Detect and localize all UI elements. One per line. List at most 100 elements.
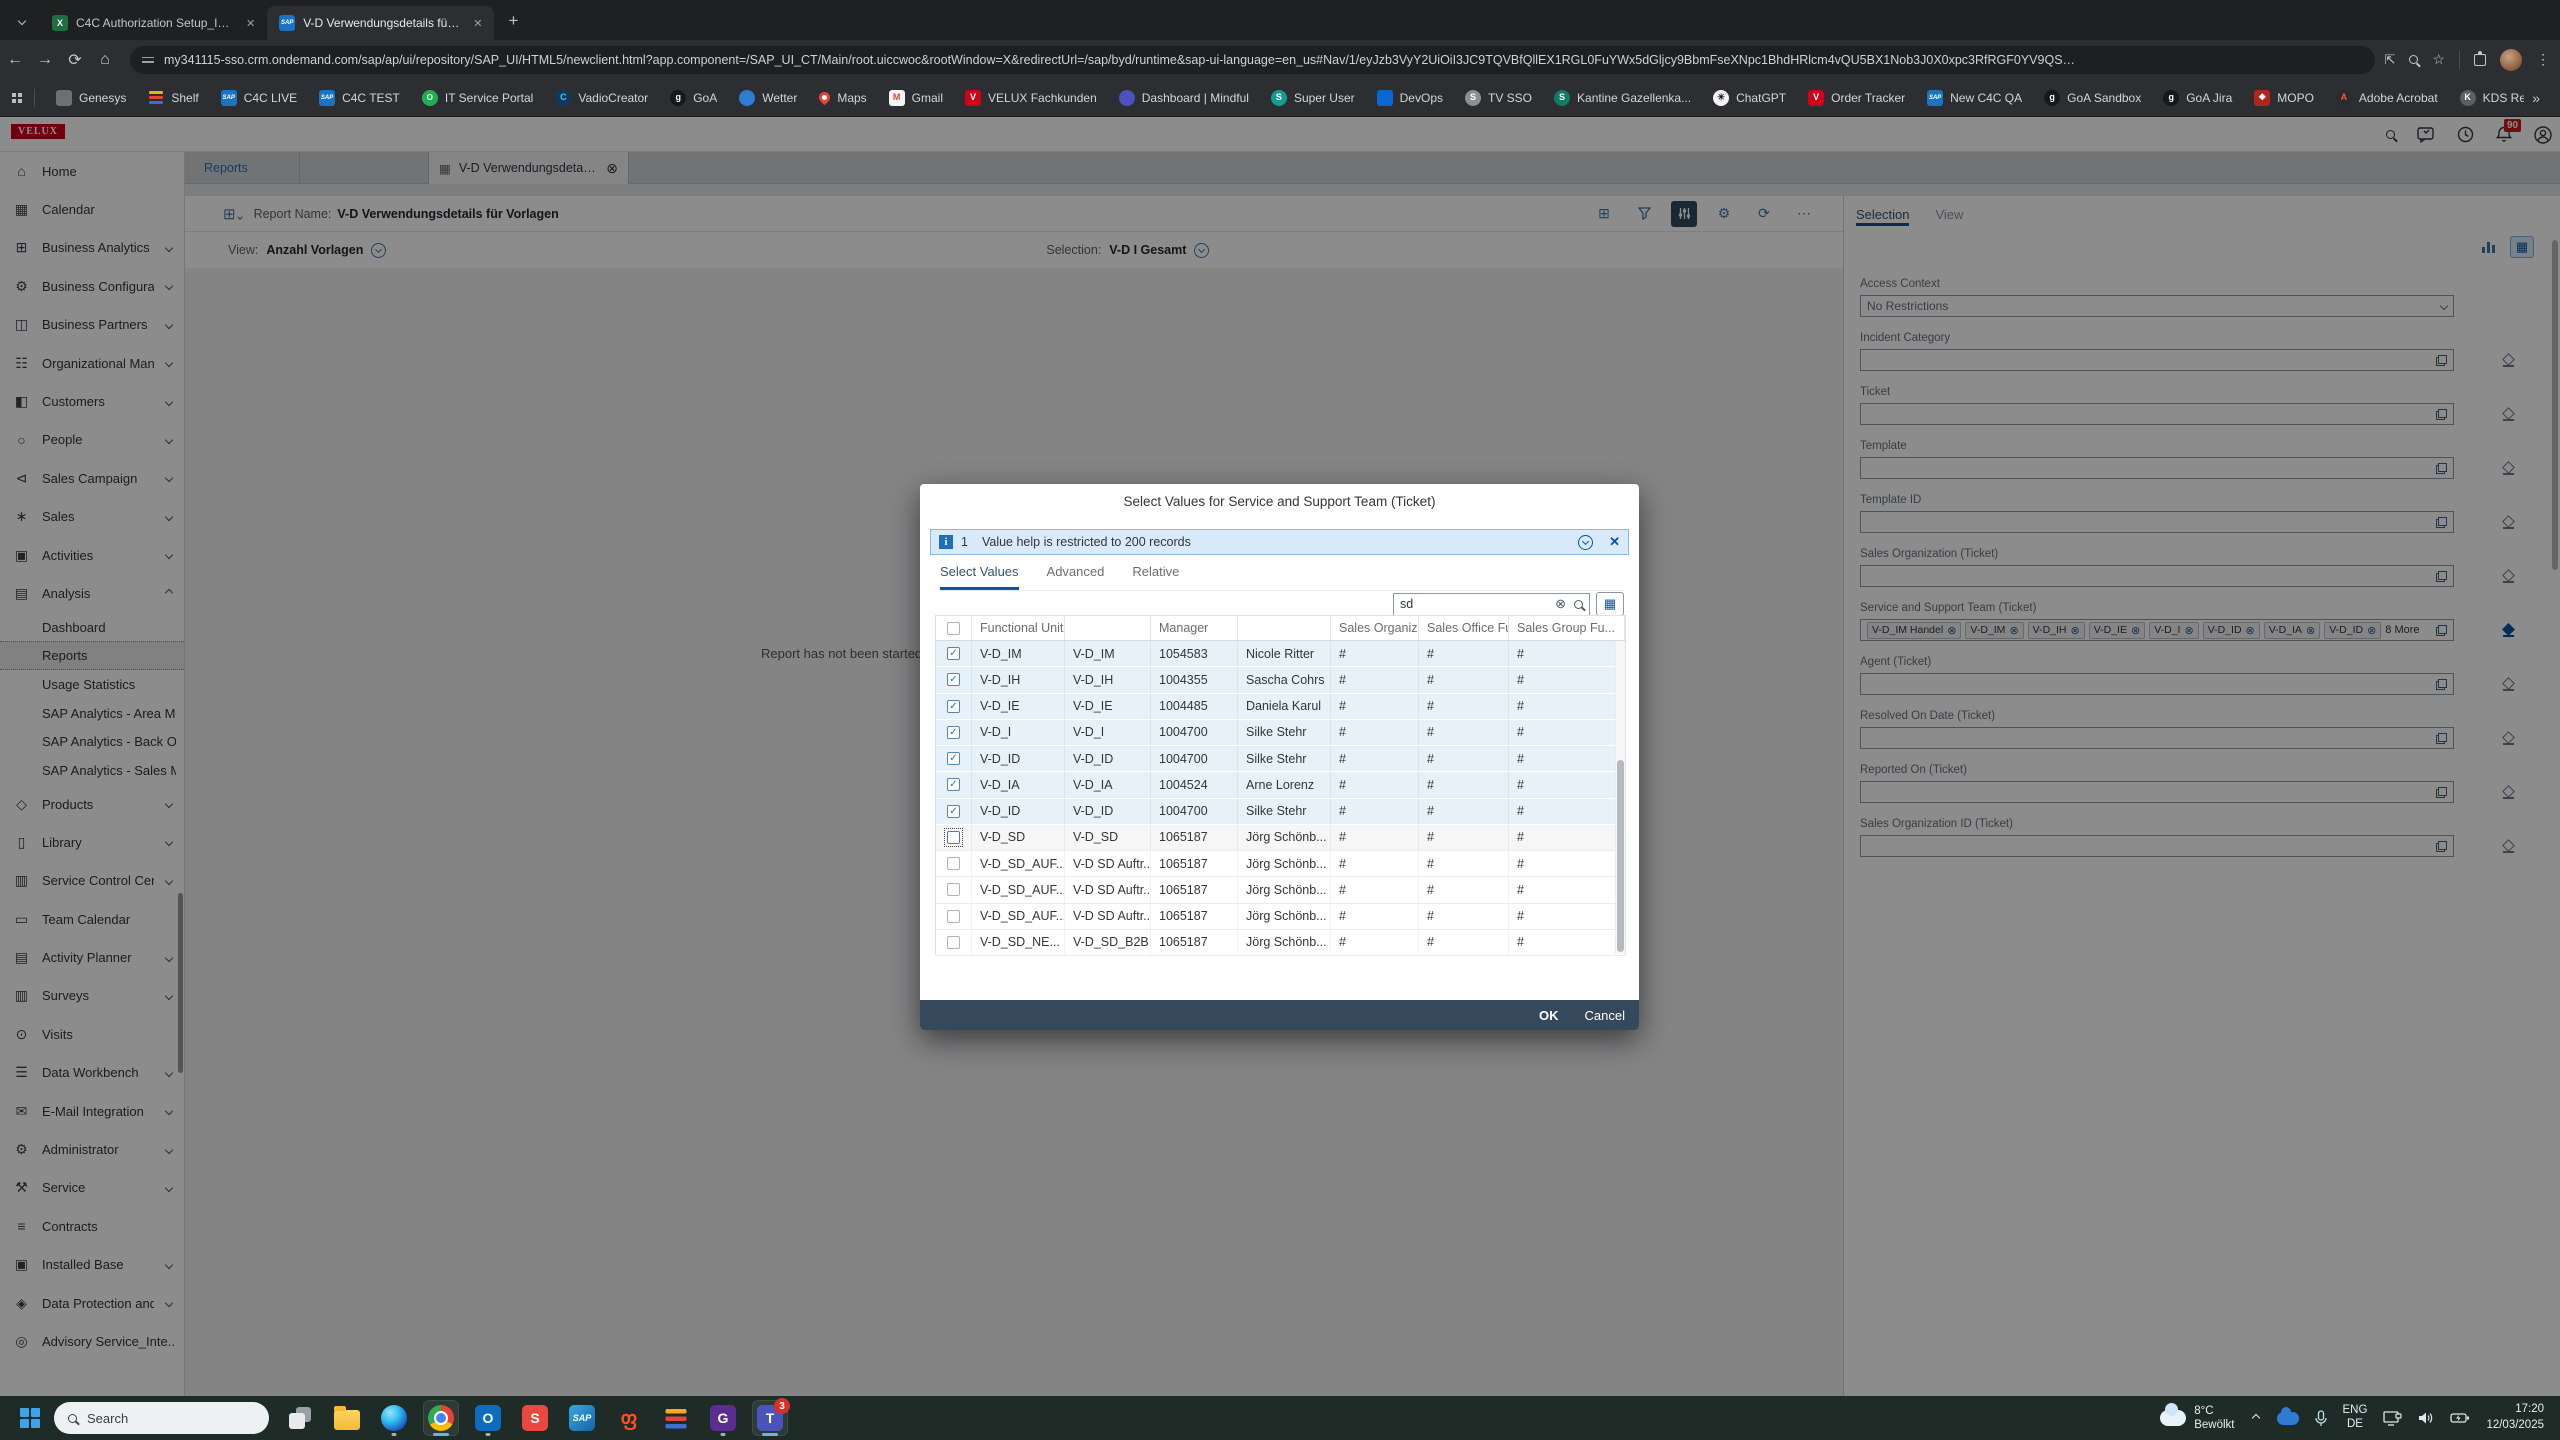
sidebar-item-business-configurat[interactable]: ⚙Business Configurat... — [0, 267, 184, 305]
column-header[interactable]: Manager — [1151, 616, 1238, 640]
taskbar-file-explorer-icon[interactable] — [330, 1401, 364, 1435]
value-help-icon[interactable] — [2436, 355, 2447, 366]
close-info-icon[interactable]: ✕ — [1609, 534, 1620, 550]
select-all-checkbox[interactable] — [947, 622, 960, 635]
sidebar-item-sales[interactable]: ∗Sales — [0, 498, 184, 536]
more-actions-icon[interactable]: ⋯ — [1791, 201, 1817, 227]
remove-token-icon[interactable]: ⊗ — [2184, 624, 2193, 637]
column-header[interactable]: Sales Office Fu... — [1419, 616, 1509, 640]
remove-token-icon[interactable]: ⊗ — [2367, 624, 2376, 637]
remove-token-icon[interactable]: ⊗ — [2131, 624, 2140, 637]
bookmark-item[interactable]: SSuper User — [1260, 90, 1366, 106]
apps-grid-icon[interactable] — [12, 93, 22, 103]
url-text[interactable]: my341115-sso.crm.ondemand.com/sap/ap/ui/… — [164, 53, 2075, 67]
filter-token[interactable]: V-D_IH⊗ — [2028, 622, 2085, 639]
value-help-icon[interactable] — [2436, 733, 2447, 744]
ok-button[interactable]: OK — [1539, 1008, 1559, 1023]
dialog-tab-advanced[interactable]: Advanced — [1047, 564, 1105, 590]
row-checkbox[interactable]: ✓ — [947, 752, 960, 765]
bookmark-item[interactable]: SKantine Gazellenka... — [1543, 90, 1702, 106]
table-row[interactable]: V-D_SD_NE...V-D_SD_B2B...1065187Jörg Sch… — [936, 930, 1625, 956]
sidebar-item-installed-base[interactable]: ▣Installed Base — [0, 1246, 184, 1284]
bookmark-item[interactable]: MGmail — [878, 90, 954, 106]
bookmark-item[interactable]: STV SSO — [1454, 90, 1543, 106]
bookmark-item[interactable]: VVELUX Fachkunden — [954, 90, 1108, 106]
bookmark-item[interactable]: ❖MOPO — [2243, 90, 2325, 106]
site-info-icon[interactable] — [142, 55, 154, 65]
open-in-app-icon[interactable]: ⇱ — [2385, 52, 2396, 68]
table-row[interactable]: V-D_SDV-D_SD1065187Jörg Schönb...### — [936, 825, 1625, 851]
sidebar-item-contracts[interactable]: ≡Contracts — [0, 1207, 184, 1245]
browser-menu-icon[interactable]: ⋮ — [2536, 51, 2550, 68]
value-help-input[interactable] — [1860, 673, 2454, 695]
taskbar-search[interactable]: Search — [54, 1402, 269, 1434]
value-help-icon[interactable] — [2436, 841, 2447, 852]
panel-scrollbar[interactable] — [2552, 240, 2558, 570]
value-help-input[interactable] — [1860, 457, 2454, 479]
refresh-icon[interactable]: ⟳ — [1751, 201, 1777, 227]
dialog-search-input[interactable]: sd ⊗ — [1393, 593, 1590, 616]
bookmark-item[interactable]: CVadioCreator — [544, 90, 659, 106]
bookmark-item[interactable]: VOrder Tracker — [1797, 90, 1916, 106]
bookmark-item[interactable]: Shelf — [137, 90, 209, 106]
sidebar-item-service-control-cen[interactable]: ▥Service Control Cen... — [0, 862, 184, 900]
bookmark-item[interactable]: gGoA Sandbox — [2033, 90, 2152, 106]
table-row[interactable]: ✓V-D_IEV-D_IE1004485Daniela Karul### — [936, 694, 1625, 720]
value-help-icon[interactable] — [2436, 463, 2447, 474]
sidebar-item-service[interactable]: ⚒Service — [0, 1169, 184, 1207]
clear-field-icon[interactable] — [2502, 462, 2515, 475]
settings-gear-icon[interactable]: ⚙ — [1711, 201, 1737, 227]
row-checkbox[interactable] — [947, 910, 960, 923]
tab-report-active[interactable]: ▦ V-D Verwendungsdetails für Vorl... ⊗ — [428, 152, 629, 184]
clear-field-icon[interactable] — [2502, 570, 2515, 583]
filter-token[interactable]: V-D_IA⊗ — [2264, 622, 2320, 639]
bookmark-item[interactable]: gGoA Jira — [2152, 90, 2243, 106]
sidebar-item-administrator[interactable]: ⚙Administrator — [0, 1130, 184, 1168]
table-row[interactable]: V-D_SD_AUF...V-D SD Auftr...1065187Jörg … — [936, 904, 1625, 930]
sidebar-item-sap-analytics-area-mg[interactable]: SAP Analytics - Area Mg... — [0, 699, 184, 728]
row-checkbox[interactable]: ✓ — [947, 673, 960, 686]
bookmark-item[interactable]: Maps — [808, 91, 877, 105]
remove-token-icon[interactable]: ⊗ — [2071, 624, 2080, 637]
profile-avatar[interactable] — [2500, 49, 2522, 71]
reload-icon[interactable]: ⟳ — [60, 50, 90, 70]
bookmark-item[interactable]: SAPC4C TEST — [308, 90, 411, 106]
filter-token[interactable]: V-D_IE⊗ — [2089, 622, 2145, 639]
select-input[interactable]: No Restrictions — [1860, 295, 2454, 317]
close-tab-icon[interactable]: ✕ — [244, 15, 257, 32]
clear-field-icon[interactable] — [2502, 786, 2515, 799]
value-help-icon[interactable] — [2436, 787, 2447, 798]
chart-view-icon[interactable] — [2476, 236, 2500, 258]
taskbar-sap-app-icon[interactable]: SAP — [565, 1401, 599, 1435]
remove-token-icon[interactable]: ⊗ — [2246, 624, 2255, 637]
new-tab-button[interactable]: + — [500, 8, 526, 34]
clear-field-icon[interactable] — [2502, 732, 2515, 745]
taskbar-edge-icon[interactable] — [377, 1401, 411, 1435]
panel-tab-view[interactable]: View — [1935, 196, 1963, 232]
sidebar-item-business-partners[interactable]: ◫Business Partners — [0, 306, 184, 344]
value-help-input[interactable] — [1860, 835, 2454, 857]
taskbar-teams-icon[interactable]: T3 — [753, 1401, 787, 1435]
cancel-button[interactable]: Cancel — [1585, 1008, 1625, 1023]
feedback-icon[interactable] — [2417, 127, 2435, 143]
selection-panel-icon[interactable] — [1671, 201, 1697, 227]
dialog-tab-relative[interactable]: Relative — [1132, 564, 1179, 590]
microphone-icon[interactable] — [2315, 1410, 2327, 1427]
filter-icon[interactable] — [1631, 201, 1657, 227]
taskbar-shelf-stripes-icon[interactable] — [659, 1401, 693, 1435]
sidebar-scrollbar[interactable] — [178, 893, 183, 1073]
bookmark-item[interactable]: Wetter — [728, 90, 808, 106]
sidebar-item-surveys[interactable]: ▥Surveys — [0, 977, 184, 1015]
table-row[interactable]: ✓V-D_IMV-D_IM1054583Nicole Ritter### — [936, 641, 1625, 667]
row-checkbox[interactable] — [947, 857, 960, 870]
sidebar-item-activities[interactable]: ▣Activities — [0, 536, 184, 574]
more-tokens-label[interactable]: 8 More — [2385, 624, 2419, 636]
sidebar-item-customers[interactable]: ◧Customers — [0, 382, 184, 420]
table-scrollbar[interactable] — [1615, 641, 1625, 954]
row-checkbox[interactable]: ✓ — [947, 805, 960, 818]
sidebar-item-activity-planner[interactable]: ▤Activity Planner — [0, 938, 184, 976]
sidebar-item-analysis[interactable]: ▤Analysis — [0, 574, 184, 612]
remove-token-icon[interactable]: ⊗ — [2306, 624, 2315, 637]
sidebar-item-library[interactable]: ▯Library — [0, 823, 184, 861]
row-checkbox[interactable] — [947, 936, 960, 949]
